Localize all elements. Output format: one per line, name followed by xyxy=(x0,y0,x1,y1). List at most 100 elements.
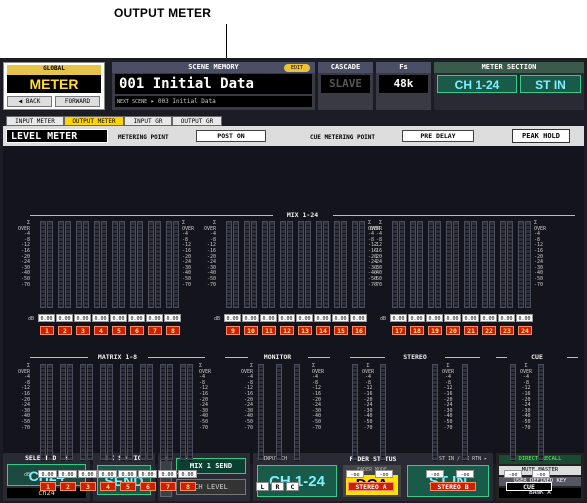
stereo-a-meter-r xyxy=(380,364,386,461)
mix-channel-label-1: 1 xyxy=(40,326,54,335)
mix-meter-1 xyxy=(40,221,46,308)
mix-meter-14-b xyxy=(323,221,329,308)
mix-meter-3 xyxy=(76,221,82,308)
stereo-b-meter-r xyxy=(462,364,468,461)
current-scene: 001 Initial Data xyxy=(115,74,312,94)
cascade-title: CASCADE xyxy=(318,62,373,73)
st-in-fader-button[interactable]: ST IN xyxy=(407,465,489,497)
back-button[interactable]: ◀ BACK xyxy=(7,96,52,107)
mix-meter-16-b xyxy=(359,221,365,308)
mix-scale-0: Σ OVER -4 -8 -12 -16 -20 -24 -30 -40 -50 -70 xyxy=(17,220,30,288)
mix-meter-20 xyxy=(446,221,452,308)
matrix-channel-label-5: 5 xyxy=(120,482,136,491)
mix-channel-label-15: 15 xyxy=(334,326,348,335)
matrix-channel-label-2: 2 xyxy=(60,482,76,491)
stereo-section-title: STEREO xyxy=(385,353,445,361)
metering-point-select[interactable]: POST ON xyxy=(196,130,266,142)
tab-input-gr[interactable]: INPUT GR xyxy=(124,116,172,126)
mix-value-23: 0.00 xyxy=(498,314,515,322)
mix-scale-2: Σ OVER -4 -8 -12 -16 -20 -24 -30 -40 -50 -70 xyxy=(369,220,382,288)
mix-value-16: 0.00 xyxy=(350,314,367,322)
mix-channel-label-10: 10 xyxy=(244,326,258,335)
matrix-meter-8 xyxy=(180,364,186,461)
scene-memory-panel[interactable]: SCENE MEMORY EDIT 001 Initial Data NEXT … xyxy=(112,62,315,110)
matrix-scale: Σ OVER -4 -8 -12 -16 -20 -24 -30 -40 -50 -70 xyxy=(17,363,30,431)
stereo-b-label: STEREO B xyxy=(430,482,476,491)
peak-hold-button[interactable]: PEAK HOLD xyxy=(512,129,570,143)
mix-meter-12-b xyxy=(287,221,293,308)
matrix-meter-5-b xyxy=(127,364,133,461)
forward-button[interactable]: FORWARD xyxy=(55,96,100,107)
mix-value-4: 0.00 xyxy=(92,314,109,322)
mix-meter-19 xyxy=(428,221,434,308)
mix-channel-label-7: 7 xyxy=(148,326,162,335)
mix-meter-18-b xyxy=(417,221,423,308)
metering-point-label: METERING POINT xyxy=(118,134,169,141)
mix-value-6: 0.00 xyxy=(128,314,145,322)
scene-number: 001 xyxy=(119,76,145,92)
next-scene-name: ▸ 003 Initial Data xyxy=(150,98,216,105)
stereo-a-label: STEREO A xyxy=(348,482,394,491)
mix-value-22: 0.00 xyxy=(480,314,497,322)
mix-meter-10 xyxy=(244,221,250,308)
mix-scale-right-2: Σ OVER -4 -8 -12 -16 -20 -24 -30 -40 -50 -70 xyxy=(534,220,547,288)
cue-value-r: -oo xyxy=(532,470,550,478)
mix-meter-8 xyxy=(166,221,172,308)
st-in-button[interactable]: ST IN xyxy=(520,75,581,93)
mix-value-13: 0.00 xyxy=(296,314,313,322)
mix-value-9: 0.00 xyxy=(224,314,241,322)
mix-channel-label-22: 22 xyxy=(482,326,496,335)
matrix-meter-7-b xyxy=(167,364,173,461)
cue-meter-r xyxy=(538,364,544,461)
mix-value-1: 0.00 xyxy=(38,314,55,322)
mix-meter-20-b xyxy=(453,221,459,308)
fs-panel: Fs 48k xyxy=(376,62,431,110)
matrix-meter-8-b xyxy=(187,364,193,461)
mix-value-17: 0.00 xyxy=(390,314,407,322)
ch-range-button[interactable]: CH 1-24 xyxy=(257,465,337,497)
mix-channel-label-2: 2 xyxy=(58,326,72,335)
matrix-meter-7 xyxy=(160,364,166,461)
mix-meter-4-b xyxy=(101,221,107,308)
cue-label: CUE xyxy=(506,482,552,491)
callout-label: OUTPUT METER xyxy=(114,6,212,20)
matrix-scale-right: Σ OVER -4 -8 -12 -16 -20 -24 -30 -40 -50 -70 xyxy=(199,363,212,431)
ch-1-24-button[interactable]: CH 1-24 xyxy=(437,75,517,93)
mix-meter-22-b xyxy=(489,221,495,308)
matrix-channel-label-7: 7 xyxy=(160,482,176,491)
stereo-a-scale: Σ OVER -4 -8 -12 -16 -20 -24 -30 -40 -50 -70 xyxy=(361,363,375,431)
mix-channel-label-12: 12 xyxy=(280,326,294,335)
mix-value-14: 0.00 xyxy=(314,314,331,322)
mix-scale-right-0: Σ OVER -4 -8 -12 -16 -20 -24 -30 -40 -50 -70 xyxy=(182,220,195,288)
matrix-value-7: 0.00 xyxy=(158,470,177,478)
matrix-meter-1 xyxy=(40,364,46,461)
mix-scale-1: Σ OVER -4 -8 -12 -16 -20 -24 -30 -40 -50 -70 xyxy=(203,220,216,288)
monitor-meter-r xyxy=(276,364,282,461)
tab-output-meter[interactable]: OUTPUT METER xyxy=(64,116,124,126)
tab-input-meter[interactable]: INPUT METER xyxy=(6,116,64,126)
matrix-channel-label-6: 6 xyxy=(140,482,156,491)
global-title: GLOBAL xyxy=(7,65,101,75)
cue-metering-point-select[interactable]: PRE DELAY xyxy=(402,130,474,142)
tab-output-gr[interactable]: OUTPUT GR xyxy=(172,116,222,126)
mix-meter-2-b xyxy=(65,221,71,308)
mix-value-12: 0.00 xyxy=(278,314,295,322)
mix-meter-3-b xyxy=(83,221,89,308)
mix-meter-11-b xyxy=(269,221,275,308)
global-panel[interactable]: GLOBAL METER ◀ BACK FORWARD xyxy=(3,62,105,110)
matrix-value-5: 0.00 xyxy=(118,470,137,478)
mix-meter-15 xyxy=(334,221,340,308)
mix-section-title: MIX 1-24 xyxy=(272,211,333,219)
mix-channel-label-17: 17 xyxy=(392,326,406,335)
db-label-matrix: dB xyxy=(24,472,31,478)
matrix-value-6: 0.00 xyxy=(138,470,157,478)
stereo-b-meter-l xyxy=(432,364,438,461)
monitor-scale-right: Σ OVER -4 -8 -12 -16 -20 -24 -30 -40 -50 -70 xyxy=(312,363,325,431)
edit-badge: EDIT xyxy=(284,64,310,72)
stereo-b-scale: Σ OVER -4 -8 -12 -16 -20 -24 -30 -40 -50 -70 xyxy=(441,363,455,431)
mix-meter-21-b xyxy=(471,221,477,308)
mix-meter-17-b xyxy=(399,221,405,308)
mix-meter-5-b xyxy=(119,221,125,308)
cue-scale: Σ OVER -4 -8 -12 -16 -20 -24 -30 -40 -50 -70 xyxy=(519,363,533,431)
matrix-meter-3 xyxy=(80,364,86,461)
